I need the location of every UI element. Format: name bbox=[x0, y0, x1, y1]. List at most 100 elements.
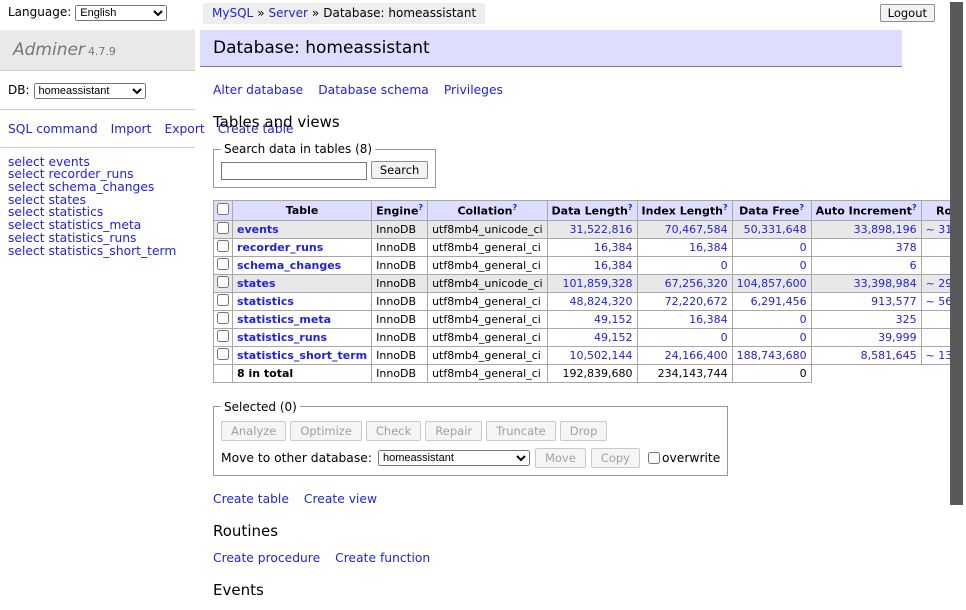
row-checkbox-cell bbox=[214, 328, 233, 346]
auto-increment-link[interactable]: 33,398,984 bbox=[854, 277, 917, 290]
data-length-link[interactable]: 31,522,816 bbox=[570, 223, 633, 236]
index-length-link[interactable]: 24,166,400 bbox=[665, 349, 728, 362]
breadcrumb-server-link[interactable]: Server bbox=[269, 6, 308, 20]
data-length-link[interactable]: 49,152 bbox=[594, 331, 633, 344]
move-db-select[interactable]: homeassistant bbox=[378, 450, 530, 466]
table-name-link[interactable]: events bbox=[237, 223, 279, 236]
overwrite-checkbox[interactable] bbox=[648, 452, 660, 464]
column-header: Data Free? bbox=[732, 201, 811, 221]
copy-button: Copy bbox=[591, 448, 640, 468]
auto-increment-link[interactable]: 913,577 bbox=[871, 295, 917, 308]
database-action-link[interactable]: Privileges bbox=[444, 83, 503, 97]
row-checkbox[interactable] bbox=[217, 258, 229, 270]
sidebar-select-table-link[interactable]: select statistics_runs bbox=[8, 232, 187, 245]
table-name-link[interactable]: statistics_runs bbox=[237, 331, 327, 344]
data-length-link[interactable]: 10,502,144 bbox=[570, 349, 633, 362]
db-select[interactable]: homeassistant bbox=[34, 83, 146, 99]
table-name-link[interactable]: statistics_short_term bbox=[237, 349, 367, 362]
index-length-cell: 72,220,672 bbox=[637, 292, 732, 310]
routine-create-link[interactable]: Create procedure bbox=[213, 551, 320, 565]
help-link[interactable]: ? bbox=[512, 203, 517, 212]
page-title: Database: homeassistant bbox=[200, 30, 902, 67]
row-checkbox[interactable] bbox=[217, 312, 229, 324]
table-row: statistics InnoDB utf8mb4_general_ci 48,… bbox=[214, 292, 966, 310]
help-link[interactable]: ? bbox=[912, 203, 917, 212]
sidebar-select-table-link[interactable]: select schema_changes bbox=[8, 181, 187, 194]
table-name-link[interactable]: schema_changes bbox=[237, 259, 341, 272]
data-length-cell: 49,152 bbox=[547, 328, 637, 346]
data-free-link[interactable]: 104,857,600 bbox=[737, 277, 807, 290]
total-data-free-cell: 0 bbox=[732, 364, 811, 382]
index-length-link[interactable]: 70,467,584 bbox=[665, 223, 728, 236]
table-row: statistics_short_term InnoDB utf8mb4_gen… bbox=[214, 346, 966, 364]
help-link[interactable]: ? bbox=[799, 203, 804, 212]
table-name-link[interactable]: statistics bbox=[237, 295, 294, 308]
index-length-link[interactable]: 72,220,672 bbox=[665, 295, 728, 308]
data-length-link[interactable]: 49,152 bbox=[594, 313, 633, 326]
help-link[interactable]: ? bbox=[628, 203, 633, 212]
auto-increment-link[interactable]: 378 bbox=[896, 241, 917, 254]
database-action-link[interactable]: Database schema bbox=[318, 83, 429, 97]
language-select[interactable]: English bbox=[75, 5, 167, 21]
scrollbar-track[interactable] bbox=[950, 0, 966, 543]
index-length-link[interactable]: 16,384 bbox=[689, 241, 728, 254]
index-length-link[interactable]: 0 bbox=[721, 331, 728, 344]
search-button[interactable]: Search bbox=[371, 161, 429, 179]
data-free-link[interactable]: 188,743,680 bbox=[737, 349, 807, 362]
index-length-link[interactable]: 16,384 bbox=[689, 313, 728, 326]
data-length-link[interactable]: 101,859,328 bbox=[563, 277, 633, 290]
sidebar-action-link[interactable]: Import bbox=[111, 122, 152, 136]
table-name-link[interactable]: statistics_meta bbox=[237, 313, 331, 326]
scrollbar-thumb[interactable] bbox=[950, 2, 963, 505]
row-checkbox-cell bbox=[214, 310, 233, 328]
auto-increment-link[interactable]: 325 bbox=[896, 313, 917, 326]
data-length-cell: 49,152 bbox=[547, 310, 637, 328]
data-free-link[interactable]: 0 bbox=[800, 331, 807, 344]
table-name-link[interactable]: recorder_runs bbox=[237, 241, 323, 254]
sidebar-action-link[interactable]: Export bbox=[164, 122, 204, 136]
sidebar-select-table-link[interactable]: select statistics_short_term bbox=[8, 245, 187, 258]
help-link[interactable]: ? bbox=[418, 203, 423, 212]
search-input[interactable] bbox=[221, 162, 367, 180]
column-header: Table? bbox=[233, 201, 372, 221]
help-link[interactable]: ? bbox=[723, 203, 728, 212]
data-length-link[interactable]: 16,384 bbox=[594, 259, 633, 272]
breadcrumb-separator: » bbox=[257, 6, 264, 20]
breadcrumb-mysql-link[interactable]: MySQL bbox=[212, 6, 253, 20]
sidebar: Adminer4.7.9 DB:homeassistant SQL comman… bbox=[0, 30, 195, 257]
data-length-cell: 31,522,816 bbox=[547, 220, 637, 238]
collation-cell: utf8mb4_general_ci bbox=[428, 292, 547, 310]
auto-increment-link[interactable]: 8,581,645 bbox=[861, 349, 917, 362]
data-length-link[interactable]: 16,384 bbox=[594, 241, 633, 254]
table-name-link[interactable]: states bbox=[237, 277, 276, 290]
row-checkbox[interactable] bbox=[217, 240, 229, 252]
row-checkbox[interactable] bbox=[217, 294, 229, 306]
sidebar-action-link[interactable]: SQL command bbox=[8, 122, 98, 136]
create-link[interactable]: Create view bbox=[304, 492, 377, 506]
auto-increment-link[interactable]: 6 bbox=[910, 259, 917, 272]
data-free-link[interactable]: 0 bbox=[800, 259, 807, 272]
index-length-cell: 24,166,400 bbox=[637, 346, 732, 364]
index-length-link[interactable]: 0 bbox=[721, 259, 728, 272]
breadcrumb-current: Database: homeassistant bbox=[323, 6, 476, 20]
data-free-link[interactable]: 6,291,456 bbox=[751, 295, 807, 308]
row-checkbox[interactable] bbox=[217, 276, 229, 288]
create-link[interactable]: Create table bbox=[213, 492, 289, 506]
logout-button[interactable]: Logout bbox=[880, 4, 935, 22]
row-checkbox[interactable] bbox=[217, 348, 229, 360]
data-free-link[interactable]: 0 bbox=[800, 313, 807, 326]
row-checkbox[interactable] bbox=[217, 330, 229, 342]
select-all-checkbox[interactable] bbox=[217, 203, 229, 215]
app-title: Adminer4.7.9 bbox=[0, 30, 195, 71]
routine-create-link[interactable]: Create function bbox=[335, 551, 430, 565]
data-length-link[interactable]: 48,824,320 bbox=[570, 295, 633, 308]
database-action-link[interactable]: Alter database bbox=[213, 83, 303, 97]
data-free-link[interactable]: 0 bbox=[800, 241, 807, 254]
auto-increment-link[interactable]: 33,898,196 bbox=[854, 223, 917, 236]
row-checkbox[interactable] bbox=[217, 222, 229, 234]
data-free-link[interactable]: 50,331,648 bbox=[744, 223, 807, 236]
index-length-link[interactable]: 67,256,320 bbox=[665, 277, 728, 290]
auto-increment-link[interactable]: 39,999 bbox=[878, 331, 917, 344]
sidebar-select-table-link[interactable]: select statistics_meta bbox=[8, 219, 187, 232]
db-selector-row: DB:homeassistant bbox=[0, 71, 195, 110]
